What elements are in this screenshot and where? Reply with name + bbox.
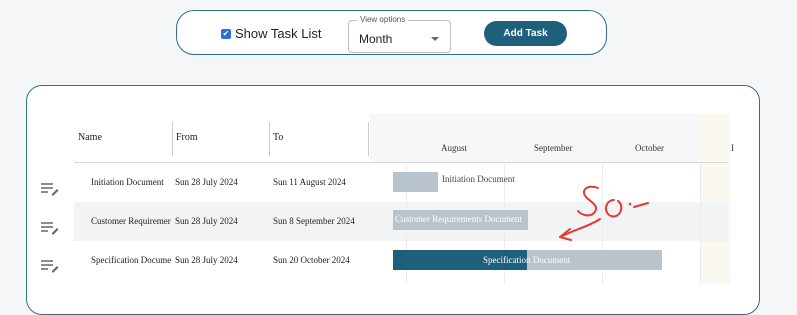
- month-label-august: August: [441, 143, 468, 153]
- column-divider[interactable]: [269, 122, 270, 156]
- timeline-gridline: [700, 163, 701, 284]
- month-label-next: I: [731, 143, 734, 153]
- month-label-september: September: [534, 143, 573, 153]
- task-name: Initiation Document: [91, 177, 164, 187]
- view-options-value: Month: [359, 32, 393, 46]
- task-name: Customer Requiremer: [91, 216, 171, 226]
- column-header-from[interactable]: From: [176, 132, 198, 143]
- column-divider[interactable]: [172, 122, 173, 156]
- task-bar-label: Specification Document: [483, 255, 571, 265]
- timeline-header: [370, 114, 730, 162]
- task-name: Specification Docume: [91, 255, 172, 265]
- task-to: Sun 20 October 2024: [273, 255, 350, 265]
- task-bar[interactable]: Specification Document: [393, 250, 662, 270]
- view-options-legend: View options: [357, 15, 409, 24]
- task-from: Sun 28 July 2024: [175, 216, 238, 226]
- column-divider[interactable]: [368, 122, 369, 156]
- edit-list-icon[interactable]: [40, 182, 60, 196]
- task-bar[interactable]: Customer Requirements Document: [393, 210, 528, 230]
- add-task-button[interactable]: Add Task: [484, 21, 567, 46]
- task-from: Sun 28 July 2024: [175, 255, 238, 265]
- column-header-name[interactable]: Name: [78, 132, 102, 143]
- month-label-october: October: [635, 143, 664, 153]
- task-bar-label: Initiation Document: [442, 174, 515, 184]
- task-to: Sun 8 September 2024: [273, 216, 355, 226]
- task-from: Sun 28 July 2024: [175, 177, 238, 187]
- show-task-list-label: Show Task List: [235, 26, 322, 41]
- chevron-down-icon: [431, 37, 439, 41]
- task-bar[interactable]: [393, 172, 438, 192]
- view-controls-panel: ✔ Show Task List View options Month Add …: [176, 10, 607, 55]
- view-options-select[interactable]: View options Month: [348, 15, 451, 53]
- column-header-to[interactable]: To: [273, 132, 283, 143]
- edit-list-icon[interactable]: [40, 221, 60, 235]
- checkbox-checked-icon[interactable]: ✔: [221, 28, 231, 39]
- task-bar-label: Customer Requirements Document: [395, 214, 522, 224]
- edit-list-icon[interactable]: [40, 259, 60, 273]
- show-task-list-toggle[interactable]: ✔ Show Task List: [221, 26, 321, 41]
- task-to: Sun 11 August 2024: [273, 177, 346, 187]
